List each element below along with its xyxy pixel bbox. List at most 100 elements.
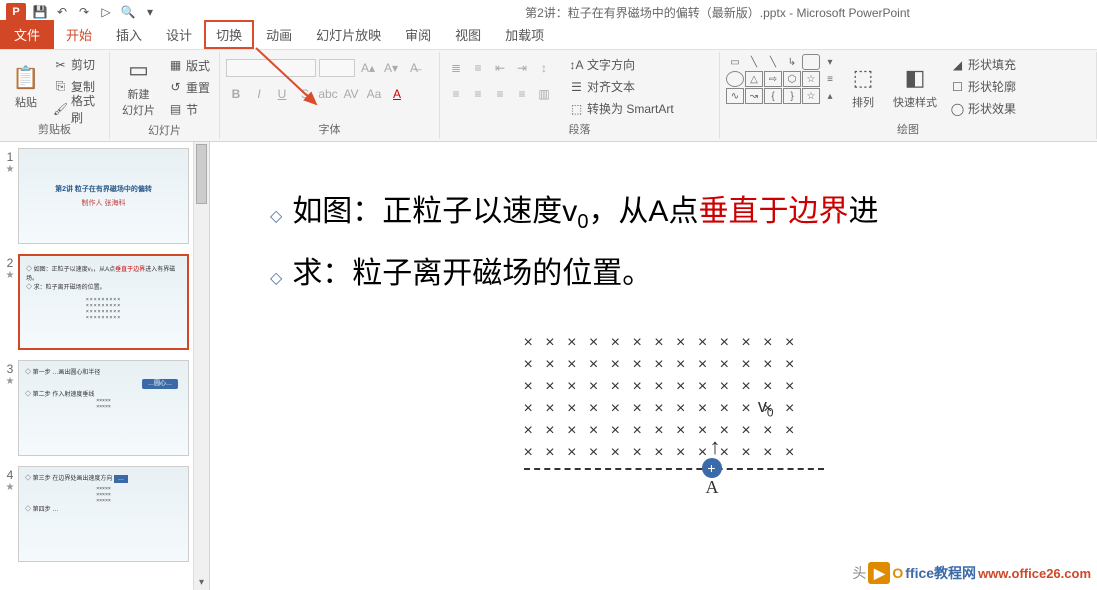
fill-label: 形状填充 — [968, 56, 1016, 73]
tab-addins[interactable]: 加载项 — [493, 20, 556, 49]
group-paragraph-label: 段落 — [446, 119, 713, 137]
decrease-font-icon[interactable]: A▾ — [381, 58, 401, 78]
align-text-icon: ☰ — [569, 79, 584, 94]
tab-slideshow[interactable]: 幻灯片放映 — [304, 20, 393, 49]
text-direction-button[interactable]: ↕A文字方向 — [566, 55, 677, 75]
align-right-button[interactable]: ≡ — [490, 84, 510, 104]
slide-thumb-1[interactable]: 1★ 第2讲 粒子在有界磁场中的偏转 制作人 张海科 — [2, 148, 189, 244]
group-clipboard-label: 剪贴板 — [6, 119, 103, 137]
tab-insert[interactable]: 插入 — [104, 20, 154, 49]
tab-transition[interactable]: 切换 — [204, 20, 254, 49]
slide-thumb-2[interactable]: 2★ ◇ 如图：正粒子以速度v₀，从A点垂直于边界进入有界磁场。 ◇ 求：粒子离… — [2, 254, 189, 350]
quickstyle-label: 快速样式 — [893, 94, 937, 110]
star-icon: ★ — [6, 376, 15, 387]
star-icon: ★ — [6, 164, 15, 175]
layout-button[interactable]: ▦版式 — [165, 55, 213, 75]
underline-button[interactable]: U — [272, 84, 292, 104]
zoom-qat-icon[interactable]: 🔍 — [120, 4, 136, 20]
tab-design[interactable]: 设计 — [154, 20, 204, 49]
thumbs-scrollbar[interactable]: ▴ ▾ — [193, 142, 209, 590]
quick-styles-icon: ◧ — [901, 64, 929, 92]
thumb-num-1: 1 — [7, 150, 14, 164]
shape-outline-button[interactable]: ☐形状轮廓 — [947, 77, 1019, 97]
group-drawing-label: 绘图 — [726, 119, 1090, 137]
paste-button[interactable]: 📋 粘贴 — [6, 54, 46, 119]
window-title: 第2讲：粒子在有界磁场中的偏转（最新版）.pptx - Microsoft Po… — [158, 4, 1097, 21]
font-color-button[interactable]: A — [387, 84, 407, 104]
shape-fill-button[interactable]: ◢形状填充 — [947, 55, 1019, 75]
undo-icon[interactable]: ↶ — [54, 4, 70, 20]
justify-button[interactable]: ≡ — [512, 84, 532, 104]
outline-label: 形状轮廓 — [968, 78, 1016, 95]
strike-button[interactable]: S — [295, 84, 315, 104]
outdent-button[interactable]: ⇤ — [490, 58, 510, 78]
section-icon: ▤ — [168, 102, 183, 117]
shape-effects-button[interactable]: ◯形状效果 — [947, 99, 1019, 119]
smartart-icon: ⬚ — [569, 101, 584, 116]
columns-button[interactable]: ▥ — [534, 84, 554, 104]
reset-label: 重置 — [186, 79, 210, 96]
tab-review[interactable]: 审阅 — [393, 20, 443, 49]
arrange-label: 排列 — [852, 94, 874, 110]
tab-file[interactable]: 文件 — [0, 20, 54, 49]
italic-button[interactable]: I — [249, 84, 269, 104]
numbering-button[interactable]: ≡ — [468, 58, 488, 78]
group-slides-label: 幻灯片 — [116, 120, 213, 138]
layout-icon: ▦ — [168, 58, 183, 73]
slide-thumb-3[interactable]: 3★ ◇ 第一步 …画出圆心和半径 …圆心… ◇ 第二步 作入射速度垂线 ×××… — [2, 360, 189, 456]
new-slide-button[interactable]: ▭ 新建 幻灯片 — [116, 54, 161, 120]
scroll-down-icon[interactable]: ▾ — [194, 574, 209, 590]
aligntext-label: 对齐文本 — [587, 78, 635, 95]
effects-label: 形状效果 — [968, 100, 1016, 117]
case-button[interactable]: Aa — [364, 84, 384, 104]
increase-font-icon[interactable]: A▴ — [358, 58, 378, 78]
align-left-button[interactable]: ≡ — [446, 84, 466, 104]
bullets-button[interactable]: ≣ — [446, 58, 466, 78]
brush-icon: 🖌 — [53, 101, 68, 116]
quick-styles-button[interactable]: ◧ 快速样式 — [887, 54, 943, 119]
reset-icon: ↺ — [168, 80, 183, 95]
new-slide-label: 新建 幻灯片 — [122, 86, 155, 118]
cut-label: 剪切 — [71, 56, 95, 73]
save-icon[interactable]: 💾 — [32, 4, 48, 20]
arrange-button[interactable]: ⬚排列 — [843, 54, 883, 119]
layout-label: 版式 — [186, 57, 210, 74]
redo-icon[interactable]: ↷ — [76, 4, 92, 20]
reset-button[interactable]: ↺重置 — [165, 77, 213, 97]
star-icon: ★ — [6, 482, 15, 493]
slide-thumb-4[interactable]: 4★ ◇ 第三步 在边界处画出速度方向 … ××××××××××××××× ◇ … — [2, 466, 189, 562]
outline-icon: ☐ — [950, 79, 965, 94]
qat-more-icon[interactable]: ▾ — [142, 4, 158, 20]
section-button[interactable]: ▤节 — [165, 99, 213, 119]
font-family-input[interactable] — [226, 59, 316, 77]
cut-button[interactable]: ✂剪切 — [50, 55, 103, 75]
tab-view[interactable]: 视图 — [443, 20, 493, 49]
thumb1-title: 第2讲 粒子在有界磁场中的偏转 — [55, 184, 152, 194]
fill-icon: ◢ — [950, 57, 965, 72]
shapes-gallery[interactable]: ▭╲╲↳▾ △⇨⬡☆≡ ∿↝{}☆▴ — [726, 54, 839, 119]
indent-button[interactable]: ⇥ — [512, 58, 532, 78]
scroll-thumb[interactable] — [196, 144, 207, 204]
font-size-input[interactable] — [319, 59, 355, 77]
slide-text-1: 如图：正粒子以速度v0，从A点垂直于边界进 — [292, 186, 878, 234]
align-center-button[interactable]: ≡ — [468, 84, 488, 104]
linespacing-button[interactable]: ↕ — [534, 58, 554, 78]
smartart-button[interactable]: ⬚转换为 SmartArt — [566, 99, 677, 119]
star-icon: ★ — [6, 270, 15, 281]
tab-animation[interactable]: 动画 — [254, 20, 304, 49]
slideshow-qat-icon[interactable]: ▷ — [98, 4, 114, 20]
tab-home[interactable]: 开始 — [54, 20, 104, 49]
bold-button[interactable]: B — [226, 84, 246, 104]
text-direction-icon: ↕A — [569, 57, 584, 72]
point-a-label: A — [706, 476, 719, 498]
section-label: 节 — [186, 101, 198, 118]
watermark-logo-icon: ▶ — [868, 562, 890, 584]
align-text-button[interactable]: ☰对齐文本 — [566, 77, 677, 97]
slide-canvas[interactable]: ◇ 如图：正粒子以速度v0，从A点垂直于边界进 ◇ 求：粒子离开磁场的位置。 ×… — [250, 156, 1097, 500]
format-painter-button[interactable]: 🖌格式刷 — [50, 99, 103, 119]
shadow-button[interactable]: abc — [318, 84, 338, 104]
textdir-label: 文字方向 — [587, 56, 635, 73]
watermark: 头 ▶ Office教程网 www.office26.com — [852, 562, 1091, 584]
clear-format-icon[interactable]: A̶ — [404, 58, 424, 78]
spacing-button[interactable]: AV — [341, 84, 361, 104]
